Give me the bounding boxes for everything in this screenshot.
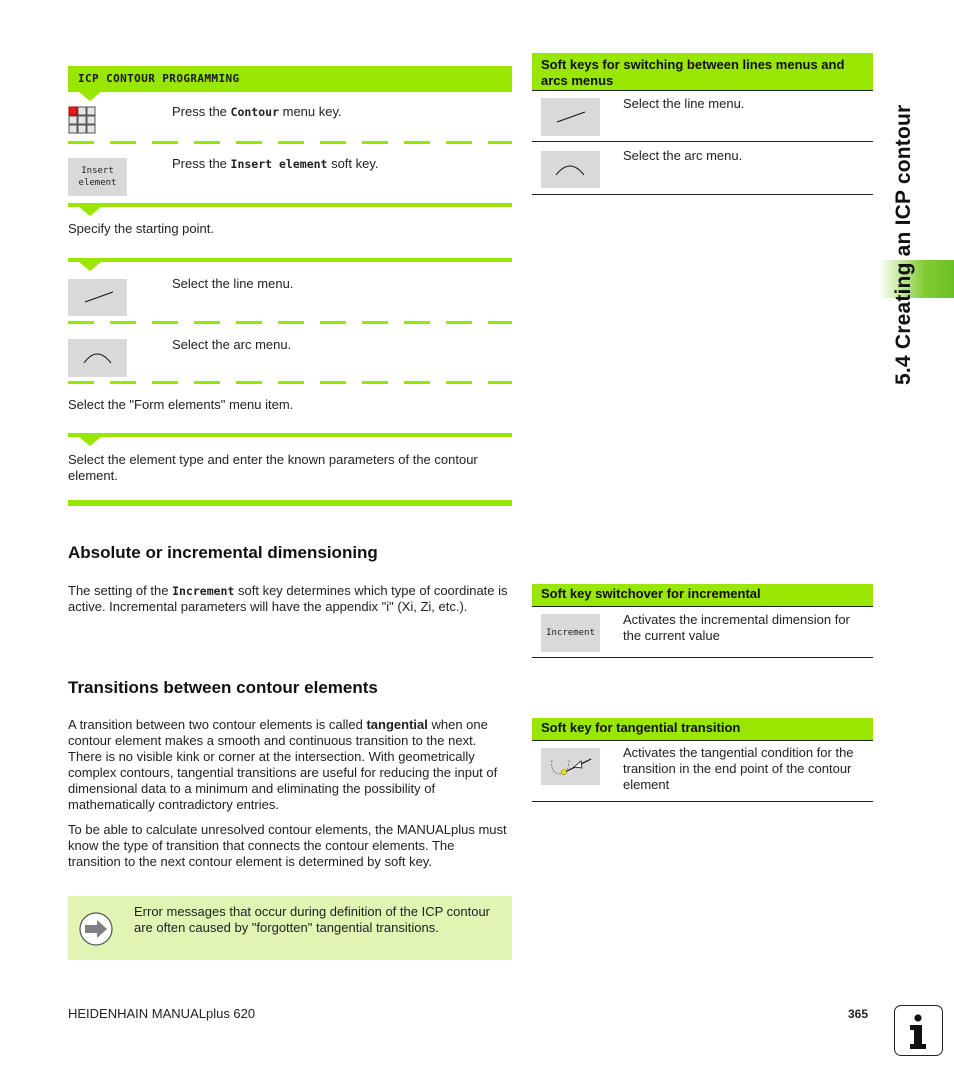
table-line-softkey[interactable] — [541, 98, 600, 136]
dashed-divider — [68, 141, 512, 144]
element-type-text: Select the element type and enter the kn… — [68, 452, 478, 483]
incremental-text: Activates the incremental dimension for … — [623, 612, 850, 643]
step-arrow-icon — [79, 207, 101, 216]
line-softkey-icon — [84, 291, 114, 303]
arc-menu-text: Select the arc menu. — [172, 337, 292, 352]
footer-manual-name: HEIDENHAIN MANUALplus 620 — [68, 1006, 256, 1021]
table-rule — [532, 801, 873, 802]
tangential-transition-icon — [551, 758, 592, 775]
page-number: 365 — [848, 1007, 869, 1021]
line-menu-text: Select the line menu. — [172, 276, 294, 291]
note-box: Error messages that occur during definit… — [68, 896, 512, 960]
line-softkey-icon — [556, 111, 586, 123]
arc-menu-softkey[interactable] — [68, 339, 127, 377]
line-menu-softkey[interactable] — [68, 279, 127, 316]
step-contour-text: Press the Contour menu key. — [172, 104, 342, 119]
increment-key-name: Increment — [172, 584, 235, 598]
increment-softkey[interactable]: Increment — [541, 614, 600, 652]
tangential-softkey[interactable] — [541, 748, 600, 785]
note-text: Error messages that occur during definit… — [134, 904, 491, 935]
table-arc-softkey[interactable] — [541, 151, 600, 188]
contour-key-name: Contour — [230, 105, 279, 119]
increment-softkey-label: Increment — [546, 628, 595, 638]
step-divider — [68, 433, 512, 437]
contour-menu-grid-icon[interactable] — [68, 106, 96, 134]
absolute-incremental-paragraph: The setting of the Increment soft key de… — [68, 583, 508, 614]
arc-softkey-icon — [83, 353, 112, 364]
table-arc-text: Select the arc menu. — [623, 148, 743, 163]
transitions-paragraph-2: To be able to calculate unresolved conto… — [68, 822, 507, 869]
dashed-divider — [68, 381, 512, 384]
icp-programming-header-label: ICP CONTOUR PROGRAMMING — [78, 72, 240, 85]
table-rule — [532, 194, 873, 195]
specify-start-text: Specify the starting point. — [68, 221, 214, 236]
table-rule — [532, 657, 873, 658]
dashed-divider — [68, 321, 512, 324]
insert-element-softkey[interactable]: Insert element — [68, 158, 127, 196]
transitions-heading: Transitions between contour elements — [68, 678, 378, 697]
section-end-rule — [68, 500, 512, 506]
step-divider — [68, 258, 512, 262]
arc-softkey-icon — [555, 165, 585, 176]
switch-menus-table-header: Soft keys for switching between lines me… — [532, 53, 873, 90]
table-rule — [532, 90, 873, 91]
info-icon — [894, 1005, 943, 1056]
step-arrow-icon — [79, 437, 101, 446]
incremental-table-header: Soft key switchover for incremental — [532, 584, 873, 606]
step-divider — [68, 203, 512, 207]
table-rule — [532, 141, 873, 142]
chapter-title: 5.4 Creating an ICP contour — [892, 104, 915, 385]
form-elements-text: Select the "Form elements" menu item. — [68, 397, 294, 412]
insert-element-key-name: Insert element — [230, 157, 328, 171]
tangential-term: tangential — [366, 717, 428, 732]
icp-programming-header: ICP CONTOUR PROGRAMMING — [68, 66, 512, 92]
arrow-right-circle-icon — [78, 911, 114, 947]
step-arrow-icon — [79, 262, 101, 271]
absolute-incremental-heading: Absolute or incremental dimensioning — [68, 543, 378, 562]
table-rule — [532, 740, 873, 741]
tangential-text: Activates the tangential condition for t… — [623, 745, 854, 792]
tangential-table-header: Soft key for tangential transition — [532, 718, 873, 740]
step-insert-element-text: Press the Insert element soft key. — [172, 156, 379, 171]
transitions-paragraph-1: A transition between two contour element… — [68, 717, 498, 812]
step-arrow-icon — [79, 92, 101, 101]
table-rule — [532, 606, 873, 607]
table-line-text: Select the line menu. — [623, 96, 745, 111]
